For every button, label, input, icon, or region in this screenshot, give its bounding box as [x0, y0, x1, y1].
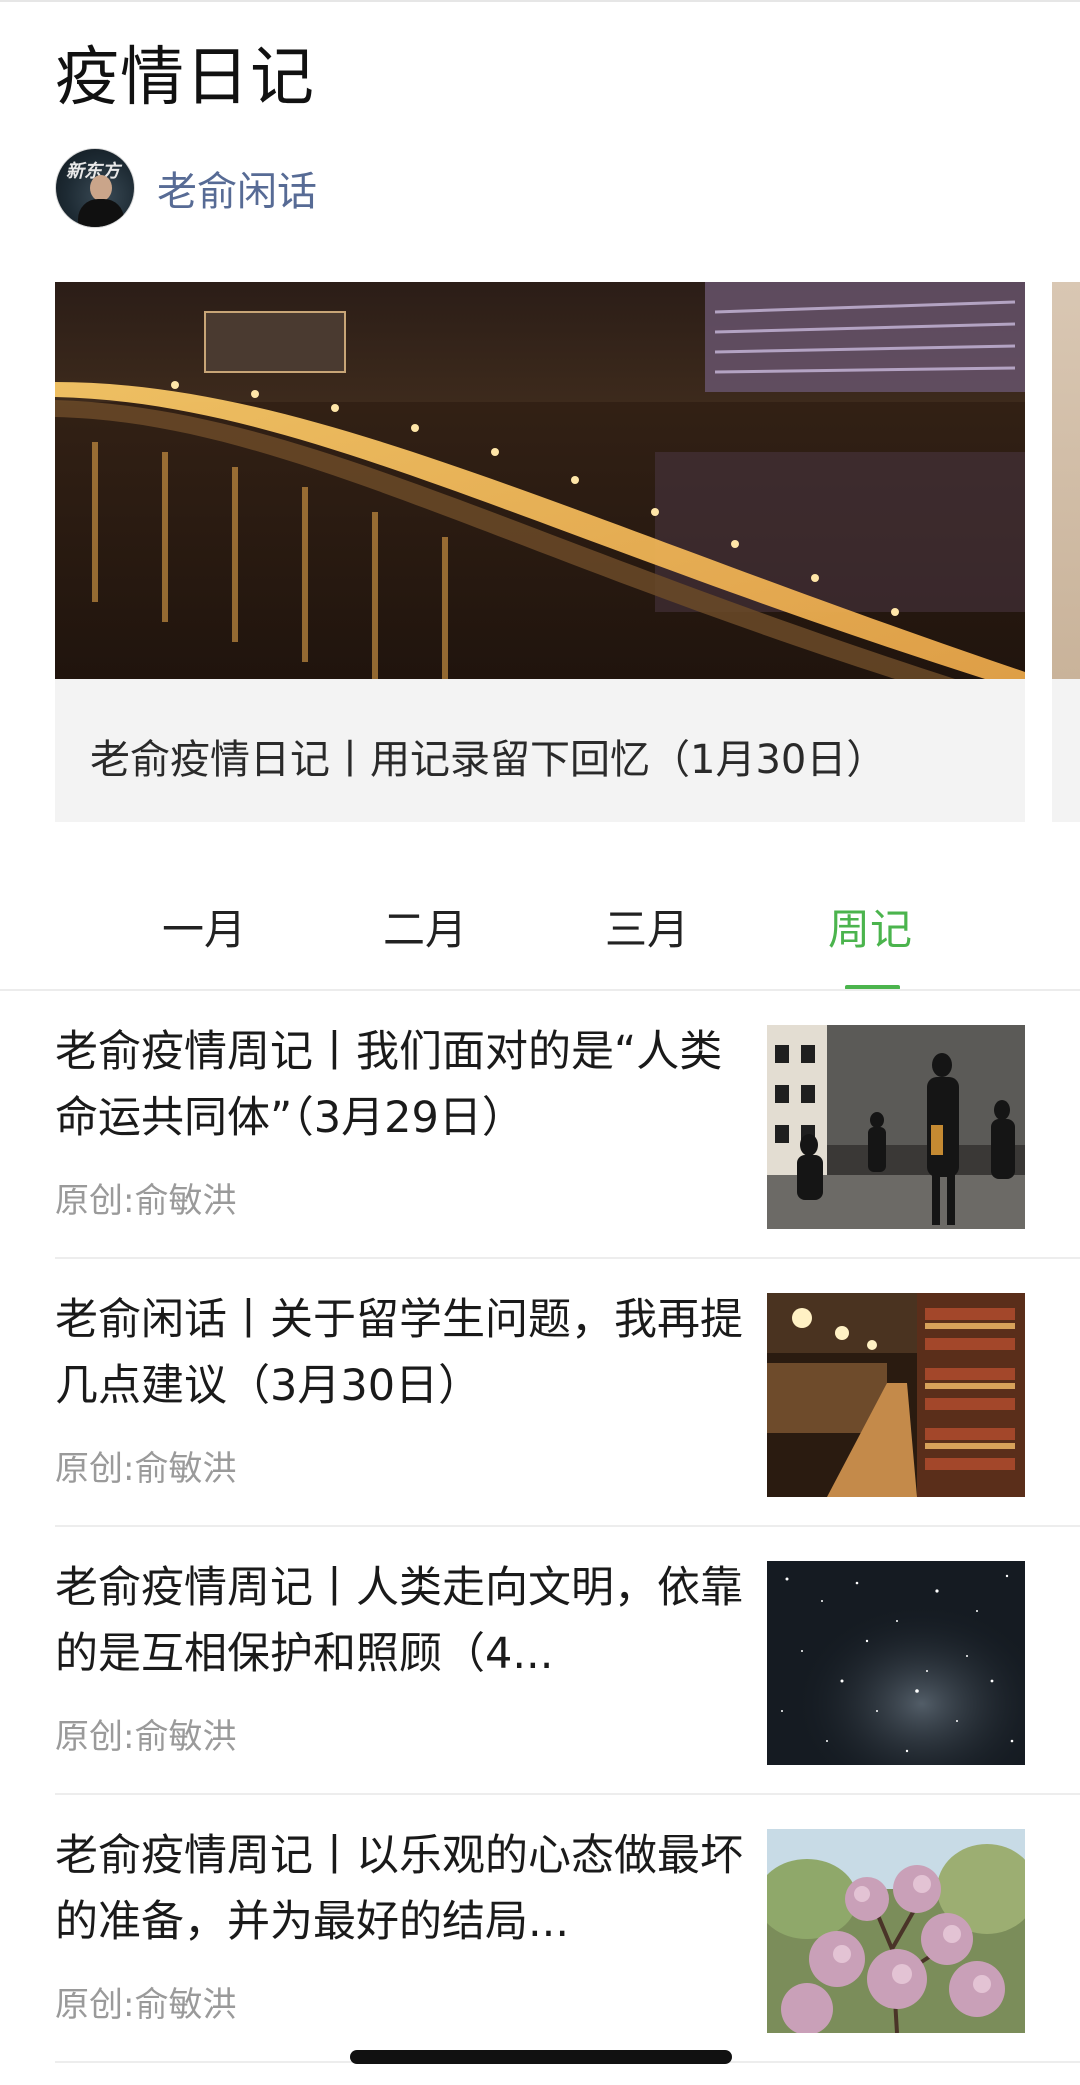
blossom-tree-image [767, 1829, 1025, 2033]
tab-february[interactable]: 二月 [383, 896, 467, 957]
tab-march[interactable]: 三月 [605, 896, 689, 957]
article-meta: 原创:俞敏洪 [55, 1449, 237, 1489]
article-thumbnail[interactable] [767, 1561, 1025, 1765]
article-title[interactable]: 老俞闲话丨关于留学生问题，我再提几点建议（3月30日） [55, 1287, 745, 1419]
author-link[interactable]: 新东方 老俞闲话 [55, 148, 317, 228]
article-title[interactable]: 老俞疫情周记丨我们面对的是“人类命运共同体”（3月29日） [55, 1019, 745, 1151]
banner-caption[interactable]: 老俞疫情日记丨用记录留下回忆（1月30日） [90, 727, 886, 785]
next-banner-card-peek[interactable] [1052, 282, 1080, 822]
article-thumbnail[interactable] [767, 1829, 1025, 2033]
starry-sky-image [767, 1561, 1025, 1765]
page-title: 疫情日记 [55, 41, 315, 115]
tab-january[interactable]: 一月 [162, 896, 246, 957]
article-thumbnail[interactable] [767, 1293, 1025, 1497]
list-item[interactable]: 老俞疫情周记丨人类走向文明，依靠的是互相保护和照顾（4... 原创:俞敏洪 [55, 1527, 1080, 1795]
list-item[interactable]: 老俞闲话丨关于留学生问题，我再提几点建议（3月30日） 原创:俞敏洪 [55, 1259, 1080, 1527]
avatar-body [78, 199, 124, 227]
article-meta: 原创:俞敏洪 [55, 1717, 237, 1757]
library-image [767, 1293, 1025, 1497]
month-tabs: 一月 二月 三月 周记 [0, 860, 1080, 990]
article-title[interactable]: 老俞疫情周记丨人类走向文明，依靠的是互相保护和照顾（4... [55, 1555, 745, 1687]
banner-image [55, 282, 1025, 679]
home-indicator[interactable] [350, 2050, 732, 2064]
next-banner-image [1052, 282, 1080, 679]
featured-banner-card[interactable]: 老俞疫情日记丨用记录留下回忆（1月30日） [55, 282, 1025, 822]
list-item[interactable]: 老俞疫情周记丨以乐观的心态做最坏的准备，并为最好的结局... 原创:俞敏洪 [55, 1795, 1080, 2063]
street-people-image [767, 1025, 1025, 1229]
article-meta: 原创:俞敏洪 [55, 1985, 237, 2025]
tab-weekly[interactable]: 周记 [828, 896, 912, 957]
avatar[interactable]: 新东方 [55, 148, 135, 228]
avatar-head [90, 175, 112, 201]
article-title[interactable]: 老俞疫情周记丨以乐观的心态做最坏的准备，并为最好的结局... [55, 1823, 745, 1955]
top-border [0, 0, 1080, 2]
list-item[interactable]: 老俞疫情周记丨我们面对的是“人类命运共同体”（3月29日） 原创:俞敏洪 [55, 991, 1080, 1259]
article-thumbnail[interactable] [767, 1025, 1025, 1229]
author-name[interactable]: 老俞闲话 [157, 159, 317, 217]
article-meta: 原创:俞敏洪 [55, 1181, 237, 1221]
